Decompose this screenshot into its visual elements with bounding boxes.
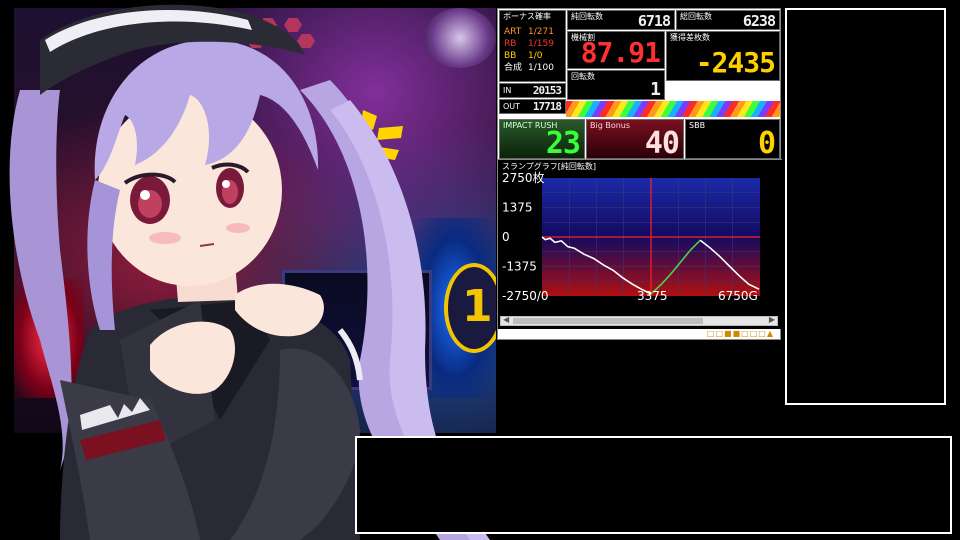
x-tick-label: 6750G <box>718 289 758 303</box>
y-tick-label: -2750/0 <box>502 289 549 303</box>
payout-difference-counter: 獲得差枚数 -2435 <box>666 31 780 81</box>
machine-ratio-counter: 機械割 87.91 <box>567 31 665 69</box>
status-icons: □□■■□□□▲ <box>706 329 774 338</box>
slump-graph-chart: 2750枚 1375 0 -1375 -2750/0 3375 6750G <box>502 170 760 303</box>
right-empty-frame <box>785 8 946 405</box>
y-tick-label: 0 <box>502 230 510 244</box>
y-tick-label: -1375 <box>502 260 537 274</box>
spins-counter: 回転数 1 <box>567 70 665 100</box>
rainbow-divider <box>566 101 780 117</box>
scroll-right-arrow-icon[interactable]: ▶ <box>769 315 775 324</box>
comment-frame <box>355 436 952 534</box>
prob-row-art: ART 1/271 <box>504 27 554 37</box>
impact-rush-counter: IMPACT RUSH 23 <box>499 119 585 161</box>
bonus-probability-title: ボーナス確率 <box>503 12 551 21</box>
in-counter: IN 20153 <box>499 83 566 98</box>
bonus-probability-box: ボーナス確率 ART 1/271 RB 1/159 BB 1/0 合成 1/100 <box>499 10 566 82</box>
data-counter-panel: ボーナス確率 ART 1/271 RB 1/159 BB 1/0 合成 1/100 IN… <box>497 8 782 340</box>
out-counter: OUT 17718 <box>499 99 566 114</box>
scroll-thumb[interactable] <box>513 318 703 324</box>
pure-spins-counter: 純回転数 6718 <box>567 10 675 30</box>
big-bonus-counter: Big Bonus 40 <box>586 119 684 161</box>
y-tick-label: 1375 <box>502 201 533 215</box>
sbb-counter: SBB 0 <box>685 119 780 161</box>
total-spins-counter: 総回転数 6238 <box>676 10 780 30</box>
slump-graph: スランプグラフ[純回転数] 2750枚 1375 0 -1375 -2750/0 3375… <box>498 159 782 329</box>
y-tick-label: 2750枚 <box>502 170 545 185</box>
prob-row-combined: 合成 1/100 <box>504 63 554 73</box>
graph-horizontal-scrollbar[interactable]: ◀ ▶ <box>500 315 778 326</box>
prob-row-bb: BB 1/0 <box>504 51 543 61</box>
stream-overlay: 1 1 <box>0 0 960 540</box>
x-tick-label: 3375 <box>637 289 668 303</box>
scroll-left-arrow-icon[interactable]: ◀ <box>503 315 509 324</box>
prob-row-rb: RB 1/159 <box>504 39 554 49</box>
